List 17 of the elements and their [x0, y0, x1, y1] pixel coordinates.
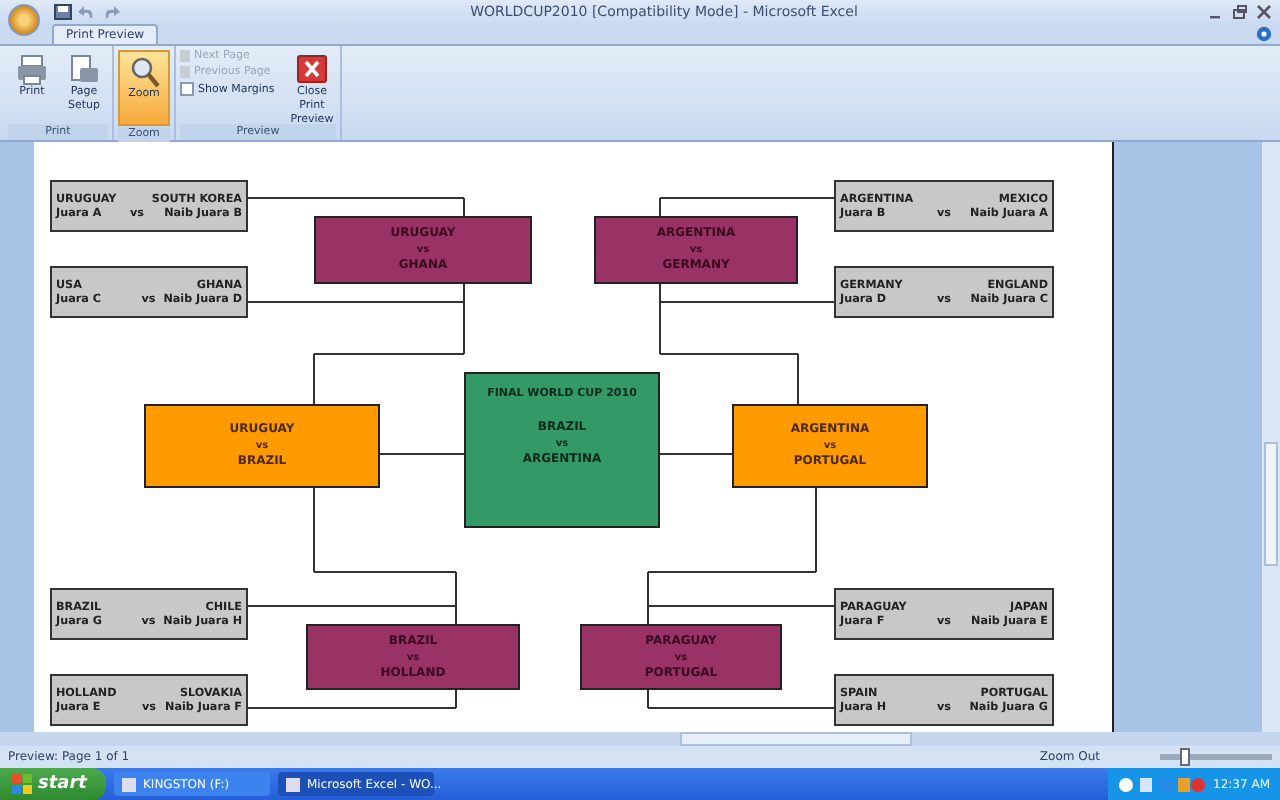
tray-icons-drawing: [1117, 775, 1206, 793]
save-icon: [54, 4, 72, 20]
close-icon: [296, 54, 328, 86]
printer-icon: [16, 54, 48, 86]
magnifier-icon: [128, 56, 160, 88]
page-setup-icon: [68, 54, 100, 86]
help-icon: [1256, 26, 1272, 42]
vertical-scrollbar[interactable]: [1260, 142, 1280, 732]
undo-icon: [78, 4, 96, 20]
redo-icon: [102, 4, 120, 20]
start-button[interactable]: start: [0, 768, 107, 800]
horizontal-scrollbar[interactable]: [0, 732, 1280, 746]
windows-logo-icon: [12, 774, 32, 794]
zoom-slider-thumb[interactable]: [1180, 748, 1191, 766]
office-button[interactable]: [8, 4, 40, 36]
close-icon: [1256, 4, 1272, 20]
restore-icon: [1232, 4, 1248, 20]
